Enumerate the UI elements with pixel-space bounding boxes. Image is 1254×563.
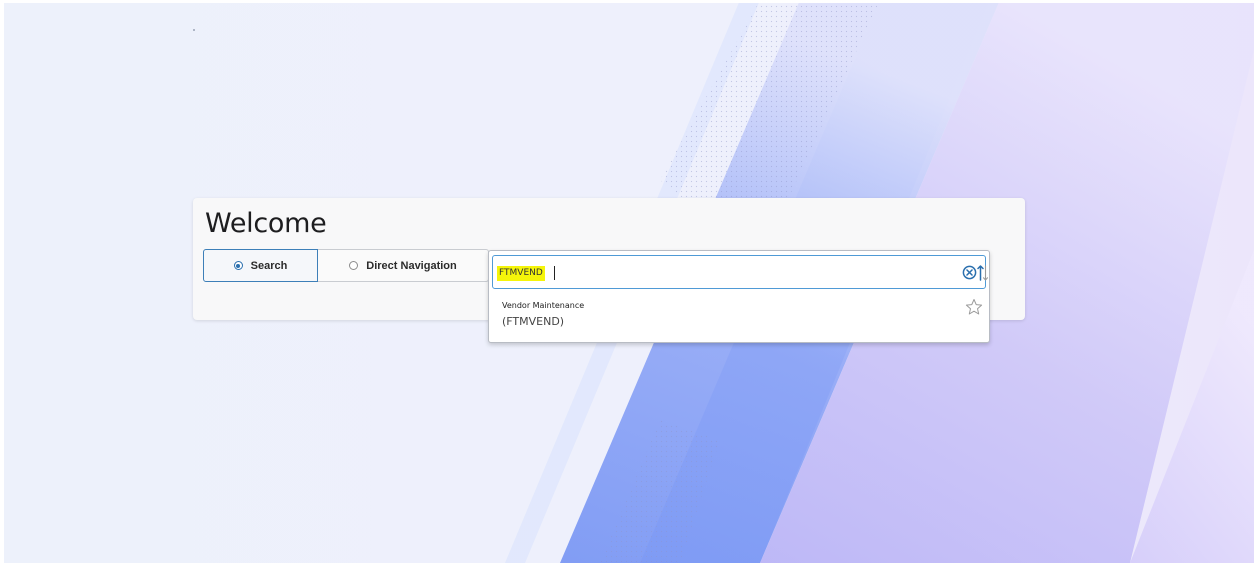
search-dropdown-panel: FTMVEND Vendor Maintenance (FTMVEND) <box>488 250 990 343</box>
direct-navigation-option[interactable]: Direct Navigation <box>318 249 489 282</box>
sort-arrows-icon[interactable] <box>977 263 989 283</box>
circle-x-icon[interactable] <box>962 265 977 280</box>
search-input[interactable]: FTMVEND <box>497 266 545 281</box>
search-mode-label: Search <box>250 259 288 272</box>
search-mode-toggle: Search Direct Navigation <box>203 249 489 282</box>
page-title: Welcome <box>205 208 327 239</box>
result-title: Vendor Maintenance <box>502 301 585 310</box>
search-field[interactable]: FTMVEND <box>492 255 989 289</box>
search-result-item[interactable]: Vendor Maintenance (FTMVEND) <box>492 293 986 339</box>
speck <box>193 29 195 31</box>
direct-navigation-label: Direct Navigation <box>366 259 457 272</box>
radio-unchecked-icon[interactable] <box>349 261 359 270</box>
star-outline-icon[interactable] <box>965 298 983 316</box>
search-mode-option[interactable]: Search <box>203 249 318 282</box>
result-code: (FTMVEND) <box>502 315 565 328</box>
text-caret <box>554 266 555 280</box>
radio-checked-icon[interactable] <box>233 261 243 270</box>
